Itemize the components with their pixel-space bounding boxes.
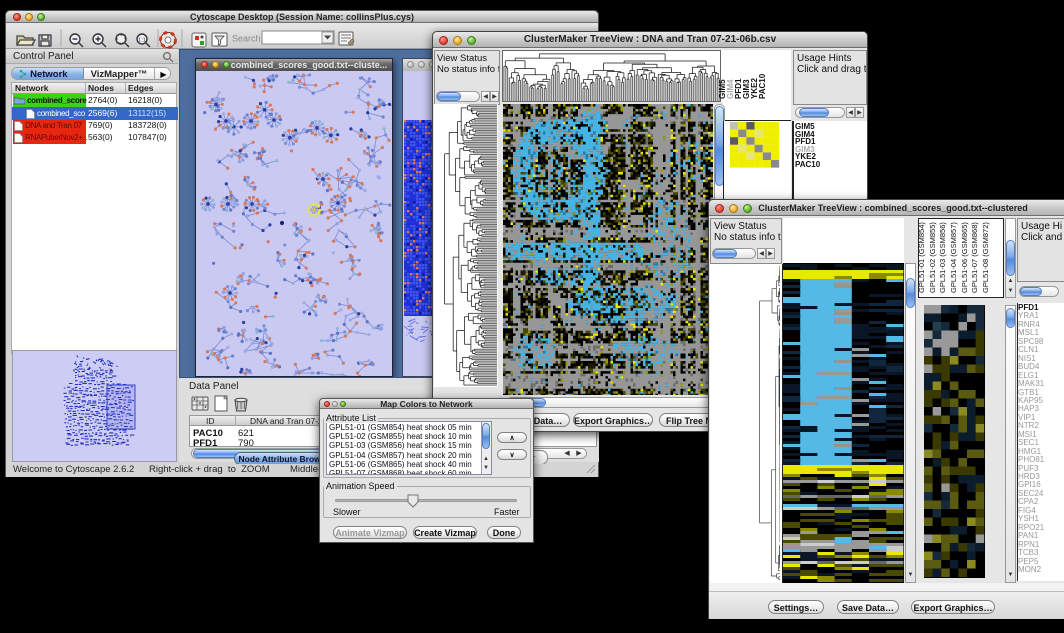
svg-text:1:1: 1:1: [138, 38, 146, 44]
svg-text:Search:: Search:: [232, 34, 263, 44]
